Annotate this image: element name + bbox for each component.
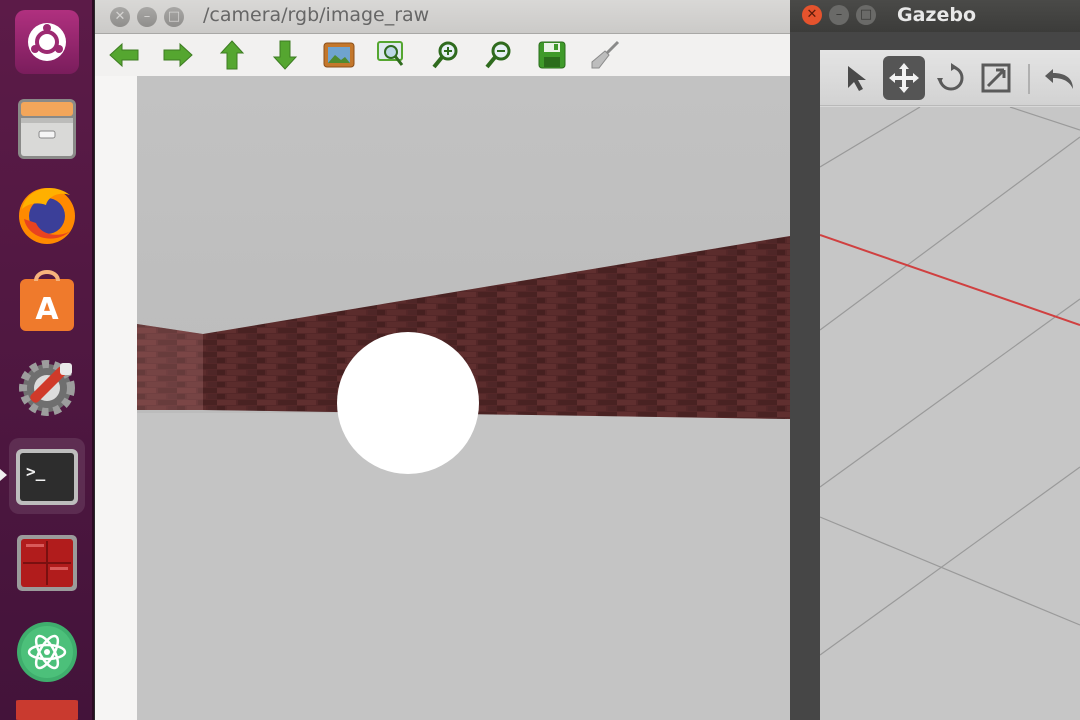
launcher-item-atom[interactable] xyxy=(9,612,85,688)
translate-mode-button[interactable] xyxy=(883,56,925,100)
gazebo-3d-view[interactable] xyxy=(820,107,1080,720)
arrow-left-icon xyxy=(109,42,139,68)
gazebo-title: Gazebo xyxy=(897,4,977,26)
camera-image[interactable] xyxy=(137,76,790,720)
camera-frame xyxy=(137,76,790,720)
close-button[interactable]: ✕ xyxy=(110,7,130,27)
svg-text:>_: >_ xyxy=(26,462,46,481)
zoom-fit-button[interactable] xyxy=(375,38,409,72)
save-button[interactable] xyxy=(535,38,569,72)
workspace-switcher-icon xyxy=(17,535,77,591)
zoom-fit-icon xyxy=(377,41,404,66)
launcher-item-files[interactable] xyxy=(9,90,85,166)
translate-icon xyxy=(889,63,919,93)
select-arrow-icon xyxy=(848,66,866,91)
launcher-item-partial[interactable] xyxy=(9,700,85,720)
ground-grid xyxy=(820,107,1080,720)
image-toolbar xyxy=(95,34,790,76)
down-button[interactable] xyxy=(268,38,302,72)
files-icon xyxy=(18,99,76,159)
image-icon xyxy=(323,42,355,68)
launcher-item-settings[interactable] xyxy=(9,348,85,424)
gazebo-minimize-button[interactable]: – xyxy=(829,5,849,25)
clear-icon xyxy=(591,40,620,69)
launcher-item-terminal[interactable]: >_ xyxy=(9,438,85,514)
scale-mode-button[interactable] xyxy=(975,56,1017,100)
desktop: A >_ ✕ – □ /camera/rgb/image_raw ✕ – □ G… xyxy=(0,0,1080,720)
image-button[interactable] xyxy=(322,38,356,72)
forward-button[interactable] xyxy=(161,38,195,72)
gazebo-window: ✕ – □ Gazebo xyxy=(790,0,1080,720)
arrow-down-icon xyxy=(272,40,298,70)
window-title: /camera/rgb/image_raw xyxy=(203,4,430,26)
launcher-item-firefox[interactable] xyxy=(9,176,85,252)
system-settings-icon xyxy=(19,360,75,416)
image-canvas-area xyxy=(95,76,790,720)
terminal-icon: >_ xyxy=(16,449,78,505)
image-view-window: ✕ – □ /camera/rgb/image_raw xyxy=(95,0,790,720)
rotate-mode-button[interactable] xyxy=(930,56,972,100)
atom-icon xyxy=(17,622,77,682)
gazebo-titlebar: ✕ – □ Gazebo xyxy=(790,0,1080,32)
undo-button[interactable] xyxy=(1038,56,1080,100)
software-center-icon: A xyxy=(20,270,74,331)
firefox-icon xyxy=(19,187,75,244)
toolbar-separator xyxy=(1028,64,1030,94)
white-ball xyxy=(337,332,479,474)
svg-text:A: A xyxy=(35,292,59,327)
arrow-right-icon xyxy=(163,42,193,68)
back-button[interactable] xyxy=(107,38,141,72)
select-mode-button[interactable] xyxy=(836,56,878,100)
zoom-out-button[interactable] xyxy=(482,38,516,72)
up-button[interactable] xyxy=(215,38,249,72)
launcher-item-search[interactable] xyxy=(9,4,85,80)
launcher: A >_ xyxy=(0,0,94,720)
gazebo-toolbar xyxy=(820,50,1080,106)
rotate-icon xyxy=(937,63,964,91)
arrow-up-icon xyxy=(219,40,245,70)
minimize-button[interactable]: – xyxy=(137,7,157,27)
zoom-in-button[interactable] xyxy=(429,38,463,72)
app-icon-partial xyxy=(16,700,78,720)
titlebar: ✕ – □ /camera/rgb/image_raw xyxy=(95,0,790,34)
undo-icon xyxy=(1045,69,1073,89)
save-icon xyxy=(538,41,566,69)
gazebo-main xyxy=(820,50,1080,720)
scale-icon xyxy=(981,63,1011,93)
active-indicator xyxy=(0,469,7,481)
maximize-button[interactable]: □ xyxy=(164,7,184,27)
ubuntu-icon xyxy=(15,10,79,74)
clear-button[interactable] xyxy=(588,38,622,72)
launcher-item-workspaces[interactable] xyxy=(9,524,85,600)
gazebo-maximize-button[interactable]: □ xyxy=(856,5,876,25)
zoom-out-icon xyxy=(485,41,511,69)
gazebo-close-button[interactable]: ✕ xyxy=(802,5,822,25)
floor xyxy=(137,413,790,720)
zoom-in-icon xyxy=(432,41,458,69)
launcher-item-software[interactable]: A xyxy=(9,262,85,338)
